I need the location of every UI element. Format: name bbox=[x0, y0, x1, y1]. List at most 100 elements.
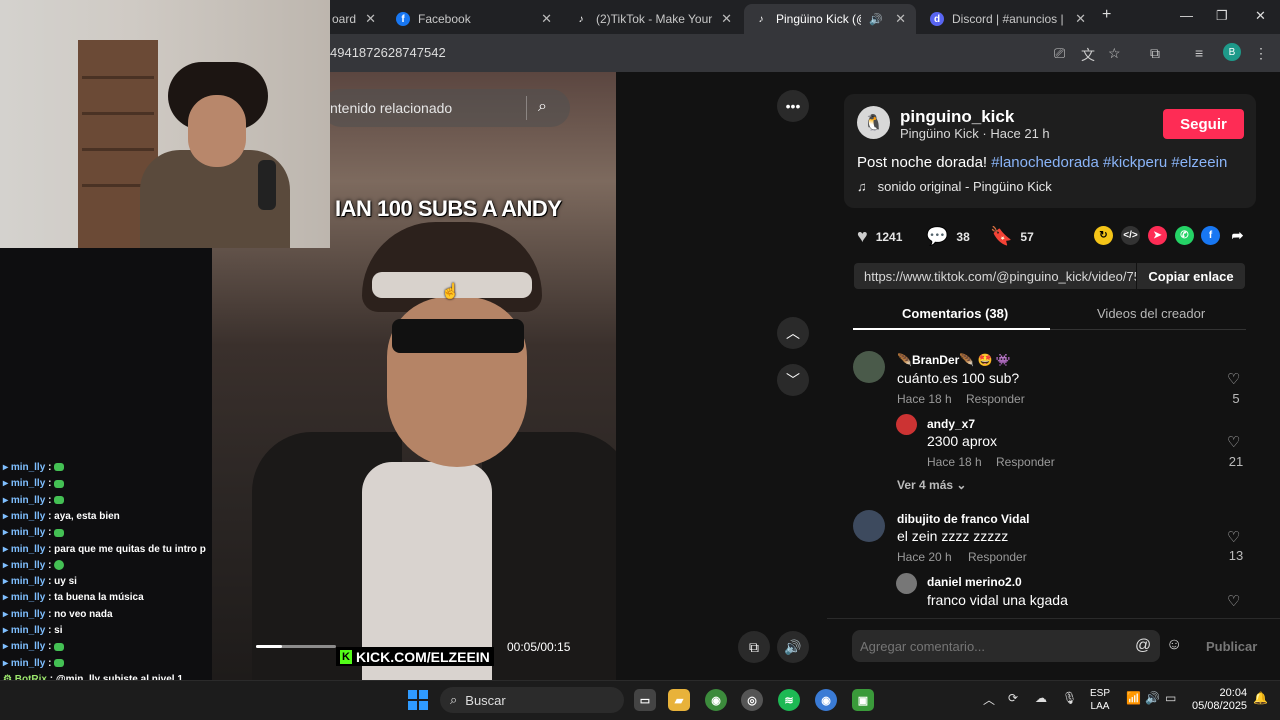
tab-facebook[interactable]: f Facebook ✕ bbox=[386, 4, 562, 34]
extensions-icon[interactable]: ⧉ bbox=[1150, 45, 1160, 62]
chat-username[interactable]: min_lly bbox=[11, 462, 45, 473]
comment-like-icon[interactable]: ♡ bbox=[1227, 370, 1240, 388]
creator-username[interactable]: pinguino_kick bbox=[900, 107, 1014, 127]
commenter-name[interactable]: andy_x7 bbox=[927, 417, 975, 431]
chat-username[interactable]: min_lly bbox=[11, 592, 45, 603]
chat-username[interactable]: min_lly bbox=[11, 511, 45, 522]
spotify-icon[interactable]: ≋ bbox=[778, 689, 800, 711]
like-button[interactable]: ♥ 1241 bbox=[857, 226, 902, 247]
reply-button[interactable]: Responder bbox=[968, 550, 1027, 564]
pip-button[interactable]: ⧉ bbox=[738, 631, 770, 663]
embed-code-icon[interactable]: </> bbox=[1121, 226, 1140, 245]
chrome-icon[interactable]: ◉ bbox=[705, 689, 727, 711]
commenter-avatar[interactable] bbox=[853, 510, 885, 542]
battery-icon[interactable]: ▭ bbox=[1165, 691, 1176, 705]
close-icon[interactable]: ✕ bbox=[1075, 11, 1086, 27]
volume-tray-icon[interactable]: 🔊 bbox=[1145, 691, 1160, 705]
repost-icon[interactable]: ↻ bbox=[1094, 226, 1113, 245]
new-tab-button[interactable]: + bbox=[1102, 6, 1111, 24]
facebook-share-icon[interactable]: f bbox=[1201, 226, 1220, 245]
commenter-avatar[interactable] bbox=[853, 351, 885, 383]
profile-avatar[interactable]: B bbox=[1223, 43, 1241, 61]
maximize-icon[interactable]: ❐ bbox=[1216, 8, 1228, 24]
comment-input[interactable] bbox=[852, 630, 1160, 662]
chat-username[interactable]: min_lly bbox=[11, 544, 45, 555]
commenter-name[interactable]: daniel merino2.0 bbox=[927, 575, 1022, 589]
chrome-active-icon[interactable]: ◉ bbox=[815, 689, 837, 711]
language-indicator[interactable]: ESP LAA bbox=[1090, 687, 1110, 713]
chat-username[interactable]: min_lly bbox=[11, 527, 45, 538]
hashtag-link[interactable]: #elzeein bbox=[1171, 154, 1227, 171]
speaker-icon[interactable]: 🔊 bbox=[869, 13, 883, 26]
publish-button[interactable]: Publicar bbox=[1206, 639, 1257, 654]
comment-like-icon[interactable]: ♡ bbox=[1227, 528, 1240, 546]
volume-button[interactable]: 🔊 bbox=[777, 631, 809, 663]
next-video-button[interactable]: ﹀ bbox=[777, 364, 809, 396]
translate-icon[interactable]: 文 bbox=[1081, 45, 1095, 65]
more-options-button[interactable]: ••• bbox=[777, 90, 809, 122]
install-app-icon[interactable]: ⎚ bbox=[1054, 45, 1065, 62]
reply-button[interactable]: Responder bbox=[966, 392, 1025, 406]
tray-sync-icon[interactable]: ⟳ bbox=[1008, 691, 1018, 705]
menu-icon[interactable]: ⋮ bbox=[1254, 45, 1268, 62]
tray-app-icon[interactable]: ☁ bbox=[1035, 691, 1047, 705]
close-icon[interactable]: ✕ bbox=[895, 11, 906, 27]
music-link[interactable]: ♫ sonido original - Pingüino Kick bbox=[857, 179, 1052, 194]
url-field[interactable]: 4941872628747542 bbox=[330, 45, 446, 60]
tray-chevron-icon[interactable]: ︿ bbox=[983, 691, 995, 708]
chat-username[interactable]: min_lly bbox=[11, 609, 45, 620]
search-icon[interactable]: ⌕ bbox=[538, 98, 547, 116]
mention-icon[interactable]: @ bbox=[1135, 637, 1151, 655]
close-icon[interactable]: ✕ bbox=[541, 11, 552, 27]
video-progress-bar[interactable] bbox=[256, 645, 336, 648]
taskbar-clock[interactable]: 20:04 05/08/2025 bbox=[1192, 687, 1247, 713]
reply-avatar[interactable] bbox=[896, 573, 917, 594]
emoji-icon[interactable]: ☺ bbox=[1166, 636, 1182, 654]
taskbar-search[interactable]: ⌕ Buscar bbox=[440, 687, 624, 713]
reply-button[interactable]: Responder bbox=[996, 455, 1055, 469]
tab-comments[interactable]: Comentarios (38) bbox=[902, 306, 1008, 321]
chat-username[interactable]: min_lly bbox=[11, 478, 45, 489]
tab-discord[interactable]: d Discord | #anuncios | LA F ✕ bbox=[920, 4, 1096, 34]
chat-username[interactable]: min_lly bbox=[11, 641, 45, 652]
chat-username[interactable]: min_lly bbox=[11, 495, 45, 506]
bookmark-star-icon[interactable]: ☆ bbox=[1108, 45, 1121, 62]
tab-dashboard[interactable]: oard ✕ bbox=[322, 4, 386, 34]
close-icon[interactable]: ✕ bbox=[721, 11, 732, 27]
tab-tiktok[interactable]: ♪ (2)TikTok - Make Your Day ✕ bbox=[564, 4, 742, 34]
media-controls-icon[interactable]: ≡ bbox=[1195, 45, 1203, 61]
hashtag-link[interactable]: #lanochedorada bbox=[991, 154, 1099, 171]
file-explorer-icon[interactable]: ▰ bbox=[668, 689, 690, 711]
tab-pinguino-kick[interactable]: ♪ Pingüino Kick (@pingu 🔊 ✕ bbox=[744, 4, 916, 34]
view-more-replies[interactable]: Ver 4 más ⌄ bbox=[897, 478, 966, 492]
previous-video-button[interactable]: ︿ bbox=[777, 317, 809, 349]
follow-button[interactable]: Seguir bbox=[1163, 109, 1244, 139]
send-icon[interactable]: ➤ bbox=[1148, 226, 1167, 245]
close-window-icon[interactable]: ✕ bbox=[1255, 8, 1266, 24]
notification-icon[interactable]: 🔔 bbox=[1253, 691, 1268, 705]
chat-username[interactable]: min_lly bbox=[11, 658, 45, 669]
commenter-name[interactable]: dibujito de franco Vidal bbox=[897, 512, 1029, 526]
commenter-name[interactable]: 🪶BranDer🪶 🤩 👾 bbox=[897, 353, 1011, 367]
chat-username[interactable]: min_lly bbox=[11, 576, 45, 587]
app-icon[interactable]: ◎ bbox=[741, 689, 763, 711]
copy-link-button[interactable]: Copiar enlace bbox=[1137, 263, 1245, 289]
whatsapp-icon[interactable]: ✆ bbox=[1175, 226, 1194, 245]
comment-like-icon[interactable]: ♡ bbox=[1227, 592, 1240, 610]
comment-like-icon[interactable]: ♡ bbox=[1227, 433, 1240, 451]
save-button[interactable]: 🔖 57 bbox=[990, 226, 1034, 247]
chat-username[interactable]: min_lly bbox=[11, 560, 45, 571]
comment-button[interactable]: 💬 38 bbox=[926, 226, 970, 247]
android-app-icon[interactable]: ▣ bbox=[852, 689, 874, 711]
wifi-icon[interactable]: 📶 bbox=[1126, 691, 1141, 705]
share-arrow-icon[interactable]: ➦ bbox=[1228, 226, 1247, 245]
chat-username[interactable]: min_lly bbox=[11, 625, 45, 636]
tab-creator-videos[interactable]: Videos del creador bbox=[1097, 306, 1205, 321]
share-link-field[interactable]: https://www.tiktok.com/@pinguino_kick/vi… bbox=[854, 263, 1136, 289]
microphone-icon[interactable]: 🎙 bbox=[1062, 691, 1077, 705]
reply-avatar[interactable] bbox=[896, 414, 917, 435]
minimize-icon[interactable]: — bbox=[1180, 8, 1193, 23]
creator-avatar[interactable]: 🐧 bbox=[857, 106, 890, 139]
task-view-icon[interactable]: ▭ bbox=[634, 689, 656, 711]
related-search-input[interactable]: ntenido relacionado bbox=[330, 100, 452, 116]
